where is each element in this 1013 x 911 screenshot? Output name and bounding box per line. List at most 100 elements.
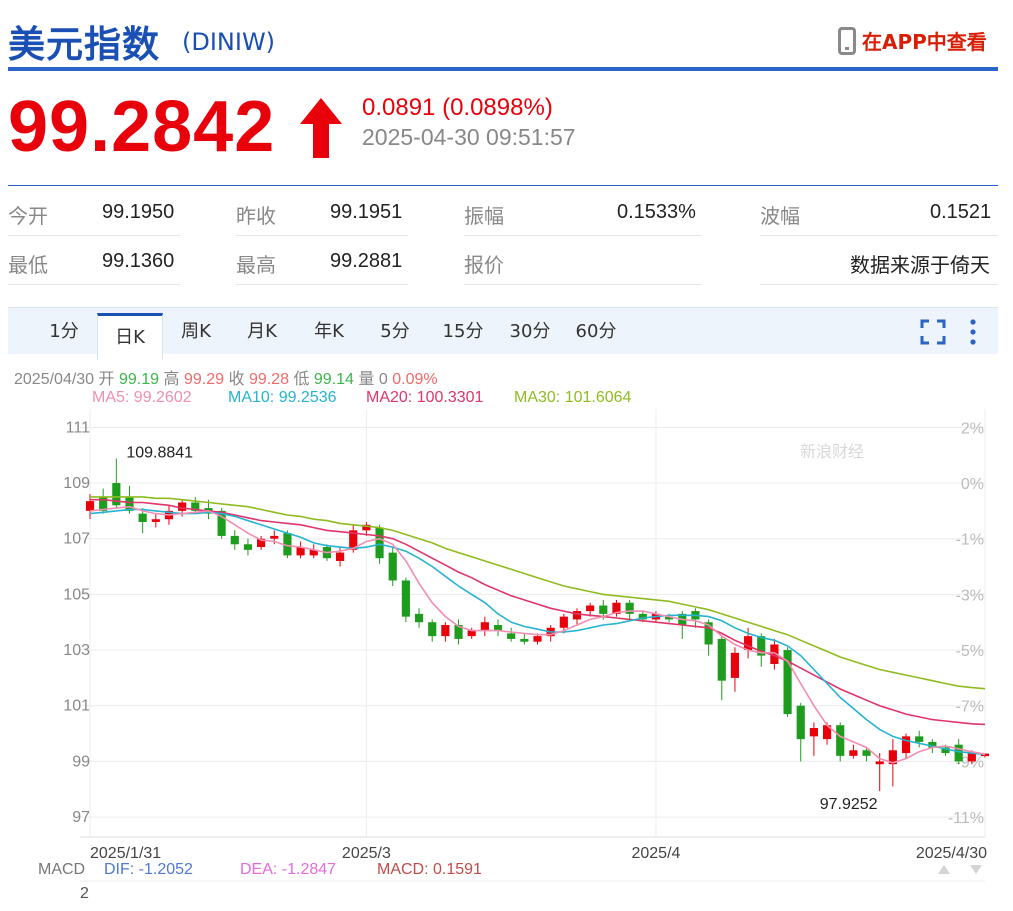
candle-body bbox=[401, 580, 410, 617]
macd-dif: DIF: -1.2052 bbox=[104, 861, 193, 878]
macd-value: MACD: 0.1591 bbox=[377, 861, 482, 878]
watermark: 新浪财经 bbox=[800, 443, 864, 461]
y-tick-label: 101 bbox=[63, 698, 90, 715]
macd-dea: DEA: -1.2847 bbox=[240, 861, 336, 878]
bar-high: 99.29 bbox=[183, 371, 225, 388]
index-code: (DINIW) bbox=[182, 28, 276, 56]
y-tick-label: 109 bbox=[63, 475, 90, 492]
bar-vol: 0 bbox=[378, 371, 388, 388]
y-tick-label-right: 0% bbox=[961, 476, 984, 493]
fullscreen-icon[interactable] bbox=[920, 319, 946, 345]
candle-body bbox=[151, 519, 160, 522]
bar-vol-label: 量 bbox=[358, 371, 375, 388]
candle-body bbox=[849, 750, 858, 756]
candle-body bbox=[138, 513, 147, 522]
scroll-down-icon[interactable] bbox=[970, 865, 982, 874]
tab-weekly-k[interactable]: 周K bbox=[168, 308, 224, 354]
tab-monthly-k[interactable]: 月K bbox=[234, 308, 290, 354]
open-label: 今开 bbox=[8, 204, 48, 228]
candle-body bbox=[915, 736, 924, 742]
tab-1min[interactable]: 1分 bbox=[38, 308, 90, 354]
bar-high-label: 高 bbox=[163, 371, 180, 388]
bar-close-label: 收 bbox=[228, 371, 245, 388]
amplitude-label: 振幅 bbox=[464, 204, 504, 228]
candle-body bbox=[335, 552, 345, 561]
stat-divider bbox=[236, 284, 408, 285]
macd-label: MACD bbox=[38, 861, 85, 878]
open-value: 99.1950 bbox=[102, 201, 175, 223]
open-in-app-label: 在APP中查看 bbox=[862, 30, 987, 54]
candle-body bbox=[507, 633, 516, 639]
price-change: 0.0891 (0.0898%) bbox=[362, 94, 553, 121]
tab-5min[interactable]: 5分 bbox=[370, 308, 420, 354]
tab-daily-k[interactable]: 日K bbox=[97, 313, 163, 360]
open-in-app-link[interactable]: 在APP中查看 bbox=[838, 26, 987, 55]
candle-body bbox=[586, 605, 595, 612]
candle-body bbox=[480, 622, 489, 631]
high-label: 最高 bbox=[236, 253, 276, 277]
y-tick-label-right: -3% bbox=[956, 587, 984, 604]
more-options-icon[interactable] bbox=[968, 318, 978, 346]
y-tick-label: 103 bbox=[63, 642, 90, 659]
y-tick-label: 107 bbox=[63, 531, 90, 548]
phone-icon bbox=[838, 26, 856, 55]
high-value: 99.2881 bbox=[330, 250, 403, 272]
tab-60min[interactable]: 60分 bbox=[568, 308, 624, 354]
wave-label: 波幅 bbox=[760, 204, 800, 228]
quote-label: 报价 bbox=[464, 253, 504, 277]
bar-open-label: 开 bbox=[98, 371, 115, 388]
stat-divider bbox=[760, 284, 998, 285]
y-tick-label: 99 bbox=[72, 753, 90, 770]
bar-date: 2025/04/30 bbox=[14, 371, 95, 388]
ma-lines bbox=[89, 496, 986, 764]
bar-pct: 0.09% bbox=[392, 371, 438, 388]
x-tick-label: 2025/3 bbox=[342, 845, 391, 862]
stat-divider bbox=[8, 235, 180, 236]
candle-body bbox=[270, 535, 279, 539]
tab-15min[interactable]: 15分 bbox=[435, 308, 491, 354]
candle-body bbox=[862, 750, 871, 756]
candle-body bbox=[533, 636, 542, 642]
y-tick-label: 111 bbox=[66, 419, 90, 436]
bar-low: 99.14 bbox=[313, 371, 354, 388]
stat-divider bbox=[760, 235, 998, 236]
macd-axis-top: 2 bbox=[80, 885, 89, 902]
candle-body bbox=[875, 761, 884, 765]
candle-body bbox=[414, 613, 424, 623]
ma5-line bbox=[89, 505, 986, 764]
header-divider bbox=[8, 67, 998, 71]
index-title: 美元指数 bbox=[8, 23, 160, 66]
stat-divider bbox=[8, 284, 180, 285]
candle-body bbox=[836, 725, 845, 756]
candle-body bbox=[559, 616, 568, 628]
candle-body bbox=[428, 622, 437, 637]
candle-body bbox=[520, 638, 529, 642]
candle-body bbox=[744, 636, 753, 651]
bar-low-label: 低 bbox=[293, 371, 310, 388]
candle-body bbox=[796, 705, 805, 740]
scroll-up-icon[interactable] bbox=[938, 865, 950, 874]
candle-body bbox=[572, 611, 582, 620]
tab-yearly-k[interactable]: 年K bbox=[301, 308, 357, 354]
x-tick-label: 2025/4 bbox=[631, 845, 680, 862]
y-tick-label-right: -7% bbox=[956, 699, 984, 716]
stat-divider bbox=[464, 284, 701, 285]
min-price-annotation: 97.9252 bbox=[820, 796, 878, 813]
x-tick-label: 2025/1/31 bbox=[90, 845, 161, 862]
y-tick-label: 97 bbox=[72, 809, 90, 826]
candle-body bbox=[954, 744, 963, 762]
quote-divider bbox=[8, 185, 998, 186]
candle-body bbox=[375, 527, 384, 559]
candle-body bbox=[599, 605, 608, 614]
candlestick-chart[interactable]: 111 2%109 0%107 -1%105 -3%103 -5%101 -7%99 -9%9… bbox=[0, 405, 1013, 911]
y-tick-label-right: 2% bbox=[961, 420, 984, 437]
low-value: 99.1360 bbox=[102, 250, 175, 272]
current-price: 99.2842 bbox=[8, 87, 276, 167]
candle-body bbox=[467, 630, 476, 637]
low-label: 最低 bbox=[8, 253, 48, 277]
stat-divider bbox=[236, 235, 408, 236]
tab-30min[interactable]: 30分 bbox=[502, 308, 558, 354]
candle-body bbox=[730, 652, 740, 678]
y-tick-label: 105 bbox=[63, 586, 90, 603]
stat-divider bbox=[464, 235, 701, 236]
